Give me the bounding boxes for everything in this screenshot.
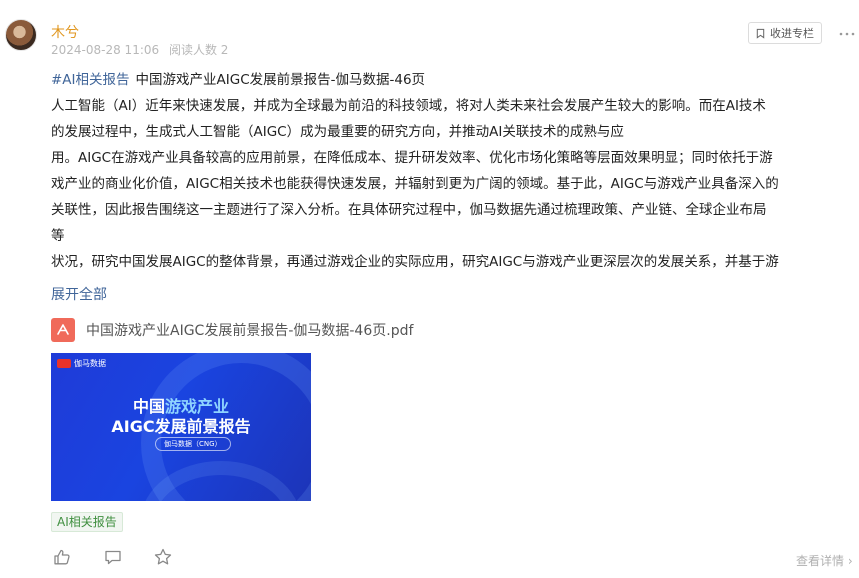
attachment[interactable]: 中国游戏产业AIGC发展前景报告-伽马数据-46页.pdf: [51, 318, 413, 342]
author-name[interactable]: 木兮: [51, 22, 79, 42]
star-icon[interactable]: [153, 547, 173, 567]
post-text-line: 用。AIGC在游戏产业具备较高的应用前景，在降低成本、提升研发效率、优化市场化策…: [51, 150, 773, 166]
post-timestamp: 2024-08-28 11:06: [51, 43, 160, 57]
thumbnail-logo-text: 伽马数据: [74, 359, 106, 368]
add-to-column-button[interactable]: 收进专栏: [748, 22, 822, 44]
post-meta: 2024-08-28 11:06 阅读人数 2: [51, 41, 228, 58]
view-details-link[interactable]: 查看详情 ›: [796, 552, 853, 569]
post-text-line: 等: [51, 228, 65, 244]
thumbnail-title-line2: AIGC发展前景报告: [111, 417, 251, 436]
expand-all-link[interactable]: 展开全部: [51, 284, 107, 304]
post-title-line: #AI相关报告 中国游戏产业AIGC发展前景报告-伽马数据-46页: [51, 67, 857, 93]
pdf-file-icon: [51, 318, 75, 342]
topic-tag[interactable]: AI相关报告: [51, 512, 123, 532]
attachment-thumbnail[interactable]: 伽马数据 中国游戏产业 AIGC发展前景报告 伽马数据（CNG）: [51, 353, 311, 501]
post-content: #AI相关报告 中国游戏产业AIGC发展前景报告-伽马数据-46页 人工智能（AI…: [51, 67, 857, 275]
post-text-line: 状况，研究中国发展AIGC的整体背景，再通过游戏企业的实际应用，研究AIGC与游…: [51, 254, 779, 270]
add-to-column-label: 收进专栏: [770, 27, 814, 40]
thumbs-up-icon[interactable]: [52, 547, 72, 567]
post-hashtag[interactable]: #AI相关报告: [51, 72, 130, 88]
thumbnail-pill: 伽马数据（CNG）: [155, 437, 231, 451]
comment-icon[interactable]: [103, 547, 123, 567]
post-text-line: 戏产业的商业化价值，AIGC相关技术也能获得快速发展，并辐射到更为广阔的领域。基…: [51, 176, 779, 192]
post-text-line: 关联性，因此报告围绕这一主题进行了深入分析。在具体研究过程中，伽马数据先通过梳理…: [51, 202, 767, 218]
read-count: 阅读人数 2: [168, 43, 229, 57]
attachment-name: 中国游戏产业AIGC发展前景报告-伽马数据-46页.pdf: [86, 323, 414, 339]
brand-mark-icon: [57, 359, 71, 368]
post-text-line: 的发展过程中，生成式人工智能（AIGC）成为最重要的研究方向，并推动AI关联技术…: [51, 124, 624, 140]
more-dots-icon[interactable]: [838, 26, 856, 40]
thumbnail-logo: 伽马数据: [57, 358, 106, 369]
avatar[interactable]: [5, 19, 37, 51]
post-title: 中国游戏产业AIGC发展前景报告-伽马数据-46页: [135, 72, 426, 88]
bookmark-icon: [756, 28, 765, 39]
post-text-line: 人工智能（AI）近年来快速发展，并成为全球最为前沿的科技领域，将对人类未来社会发…: [51, 98, 766, 114]
